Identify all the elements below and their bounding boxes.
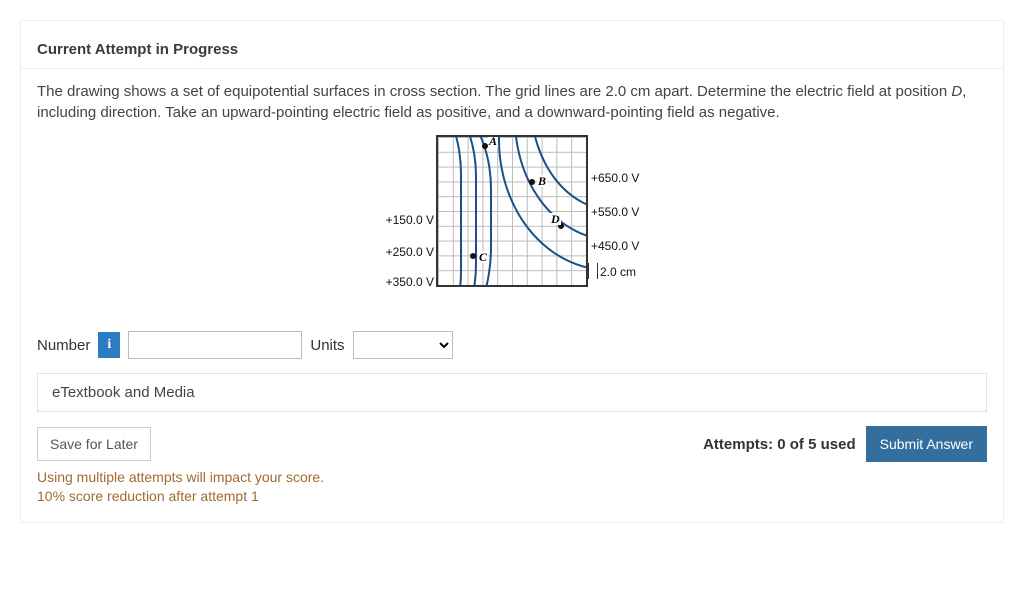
equipotential-figure: +150.0 V +250.0 V +350.0 V +650.0 V +550… <box>376 135 648 307</box>
attempts-text: Attempts: 0 of 5 used <box>703 436 856 453</box>
grid-box: A B C D <box>436 135 588 287</box>
label-150v: +150.0 V <box>380 213 434 227</box>
divider <box>21 68 1003 69</box>
point-c-label: C <box>478 251 488 263</box>
units-label: Units <box>310 337 344 354</box>
scale-bracket <box>588 263 598 279</box>
point-b-dot <box>529 179 535 185</box>
submit-answer-button[interactable]: Submit Answer <box>866 426 987 462</box>
note-line-2: 10% score reduction after attempt 1 <box>37 487 987 506</box>
label-650v: +650.0 V <box>591 171 639 185</box>
etextbook-media-label: eTextbook and Media <box>52 384 195 401</box>
info-icon[interactable]: i <box>98 332 120 358</box>
question-card: Current Attempt in Progress The drawing … <box>20 20 1004 523</box>
point-d-label: D <box>550 213 561 225</box>
units-select[interactable] <box>353 331 453 359</box>
etextbook-media-bar[interactable]: eTextbook and Media <box>37 373 987 412</box>
number-label: Number <box>37 337 90 354</box>
label-250v: +250.0 V <box>380 245 434 259</box>
answer-row: Number i Units <box>37 331 987 359</box>
figure-wrap: +150.0 V +250.0 V +350.0 V +650.0 V +550… <box>37 135 987 307</box>
curve-350v <box>436 135 492 287</box>
question-prompt: The drawing shows a set of equipotential… <box>37 81 987 123</box>
prompt-point: D <box>951 83 962 100</box>
number-input[interactable] <box>128 331 302 359</box>
footer-right: Attempts: 0 of 5 used Submit Answer <box>703 426 987 462</box>
point-a-label: A <box>488 135 498 147</box>
label-550v: +550.0 V <box>591 205 639 219</box>
label-350v: +350.0 V <box>380 275 434 289</box>
point-c-dot <box>470 253 476 259</box>
prompt-text-pre: The drawing shows a set of equipotential… <box>37 83 951 100</box>
footer-row: Save for Later Attempts: 0 of 5 used Sub… <box>37 426 987 462</box>
point-b-label: B <box>537 175 547 187</box>
label-450v: +450.0 V <box>591 239 639 253</box>
save-for-later-button[interactable]: Save for Later <box>37 427 151 461</box>
attempt-notes: Using multiple attempts will impact your… <box>37 468 987 506</box>
attempt-heading: Current Attempt in Progress <box>37 41 987 58</box>
note-line-1: Using multiple attempts will impact your… <box>37 468 987 487</box>
scale-label: 2.0 cm <box>600 265 636 279</box>
